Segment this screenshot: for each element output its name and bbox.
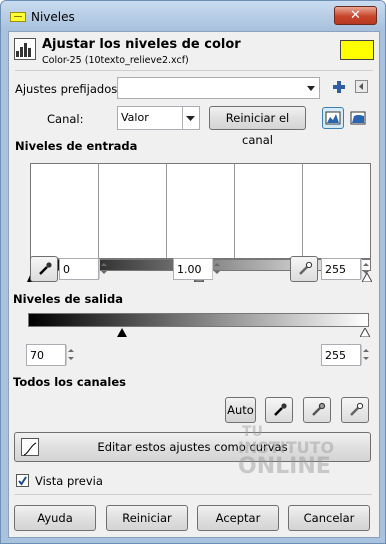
pick-white-all-button[interactable] [341, 397, 369, 423]
title-bar: Niveles ✕ [1, 1, 385, 31]
cancel-button[interactable]: Cancelar [288, 505, 370, 531]
preview-checkbox[interactable] [16, 474, 29, 487]
input-low-spinner[interactable] [99, 259, 107, 279]
output-low-spinner[interactable] [66, 345, 74, 365]
white-point-picker[interactable] [290, 256, 318, 282]
pick-black-all-button[interactable] [265, 397, 293, 423]
output-low-field[interactable]: 70 [26, 344, 66, 366]
preview-label: Vista previa [35, 474, 103, 488]
separator [15, 70, 373, 71]
input-gamma-field[interactable]: 1.00 [173, 258, 213, 280]
black-point-picker-icon-button[interactable] [30, 256, 58, 282]
histogram-gridline [98, 164, 99, 258]
linear-histogram-toggle[interactable] [322, 107, 344, 129]
watermark-line1: TU [242, 424, 263, 440]
add-preset-icon[interactable] [332, 80, 346, 94]
presets-combo[interactable] [117, 77, 320, 99]
input-high-field[interactable]: 255 [321, 258, 361, 280]
output-high-spinner[interactable] [361, 345, 369, 365]
channel-value: Valor [121, 111, 149, 124]
input-gamma-spinner[interactable] [212, 259, 220, 279]
output-high-marker[interactable] [359, 326, 371, 338]
watermark-line3: ONLINE [238, 454, 331, 479]
input-gamma-value: 1.00 [177, 263, 202, 276]
footer-separator [14, 494, 372, 495]
output-low-marker[interactable] [117, 327, 127, 337]
auto-button[interactable]: Auto [225, 397, 256, 423]
watermark: TU INSTITUTO ONLINE [238, 425, 348, 489]
accept-button[interactable]: Aceptar [197, 505, 279, 531]
help-button[interactable]: Ayuda [14, 505, 96, 531]
input-high-spinner[interactable] [361, 259, 369, 279]
image-name: Color-25 (10texto_relieve2.xcf) [42, 55, 189, 66]
levels-tool-icon [14, 38, 36, 60]
reset-channel-button[interactable]: Reiniciar el canal [209, 106, 306, 147]
dialog-heading: Ajustar los niveles de color [42, 37, 241, 52]
histogram-gridline [166, 164, 167, 258]
window-title: Niveles [31, 10, 75, 24]
output-gradient-bar [28, 313, 369, 327]
input-high-value: 255 [325, 263, 346, 276]
input-levels-title: Niveles de entrada [15, 139, 138, 153]
input-low-value: 0 [63, 263, 70, 276]
active-color-swatch [340, 40, 374, 60]
eyedropper-white-icon [350, 402, 364, 416]
curves-icon [21, 438, 39, 456]
log-histogram-toggle[interactable] [348, 108, 368, 128]
preset-menu-icon[interactable] [355, 80, 368, 93]
close-button[interactable]: ✕ [334, 6, 377, 25]
output-high-value: 255 [325, 349, 346, 362]
eyedropper-black-icon [39, 262, 52, 275]
eyedropper-white-icon [299, 261, 313, 275]
levels-app-icon [10, 12, 26, 22]
eyedropper-gray-icon [312, 402, 326, 416]
histogram-gridline [302, 164, 303, 258]
presets-dropdown-arrow[interactable] [304, 79, 318, 97]
eyedropper-black-icon [274, 403, 287, 416]
histogram-gridline [234, 164, 235, 258]
channel-dropdown-arrow[interactable] [182, 107, 199, 129]
checkmark-icon [18, 476, 27, 486]
pick-gray-all-button[interactable] [303, 397, 331, 423]
channel-label: Canal: [47, 112, 84, 126]
input-low-field[interactable]: 0 [59, 258, 99, 280]
presets-label: Ajustes prefijados: [15, 82, 122, 96]
histogram [30, 163, 371, 259]
reset-button[interactable]: Reiniciar [106, 505, 188, 531]
output-high-field[interactable]: 255 [321, 344, 361, 366]
output-low-value: 70 [30, 349, 44, 362]
